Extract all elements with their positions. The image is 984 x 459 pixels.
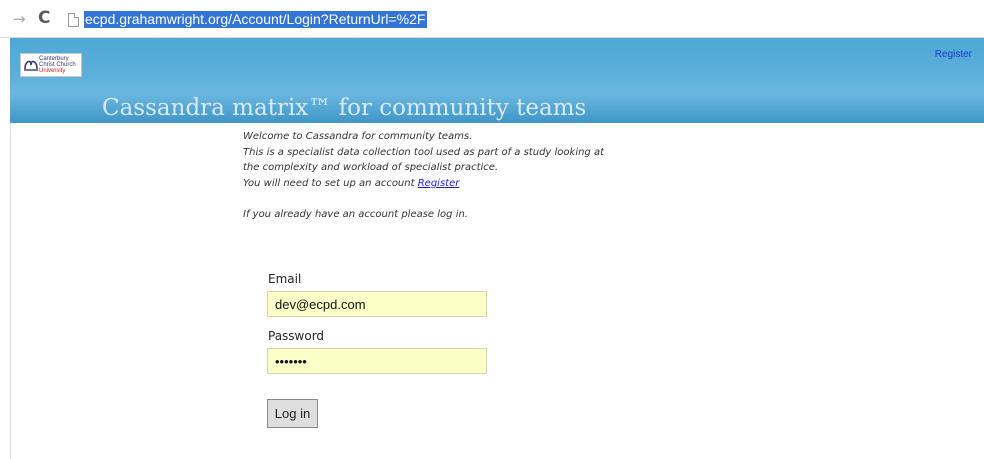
browser-toolbar: → C ecpd.grahamwright.org/Account/Login?… (0, 0, 984, 38)
page-icon (68, 13, 79, 27)
logo-emblem-icon (24, 60, 38, 71)
site-header: Canterbury Christ Church University Regi… (10, 38, 984, 123)
intro-text: Welcome to Cassandra for community teams… (243, 129, 604, 223)
password-label: Password (268, 329, 325, 343)
intro-line-3: the complexity and workload of specialis… (243, 162, 499, 173)
intro-line-4: You will need to set up an account Regis… (243, 176, 604, 192)
email-field[interactable] (267, 291, 487, 317)
login-button[interactable]: Log in (267, 399, 318, 428)
register-link-intro[interactable]: Register (418, 178, 460, 189)
university-logo[interactable]: Canterbury Christ Church University (20, 53, 82, 77)
intro-line-2: This is a specialist data collection too… (243, 146, 605, 158)
arrow-right-icon[interactable]: → (13, 12, 26, 27)
reload-icon[interactable]: C (38, 10, 50, 27)
site-title: Cassandra matrix™ for community teams (102, 95, 587, 121)
register-link-header[interactable]: Register (935, 49, 972, 60)
address-bar[interactable]: ecpd.grahamwright.org/Account/Login?Retu… (84, 11, 428, 28)
intro-line-5: If you already have an account please lo… (243, 209, 468, 220)
left-border (10, 123, 11, 459)
email-label: Email (268, 272, 302, 286)
password-field[interactable] (267, 348, 487, 374)
intro-line-1: Welcome to Cassandra for community teams… (243, 131, 473, 142)
intro-line-4-text: You will need to set up an account (243, 177, 418, 189)
logo-text-line3: University (39, 68, 66, 74)
